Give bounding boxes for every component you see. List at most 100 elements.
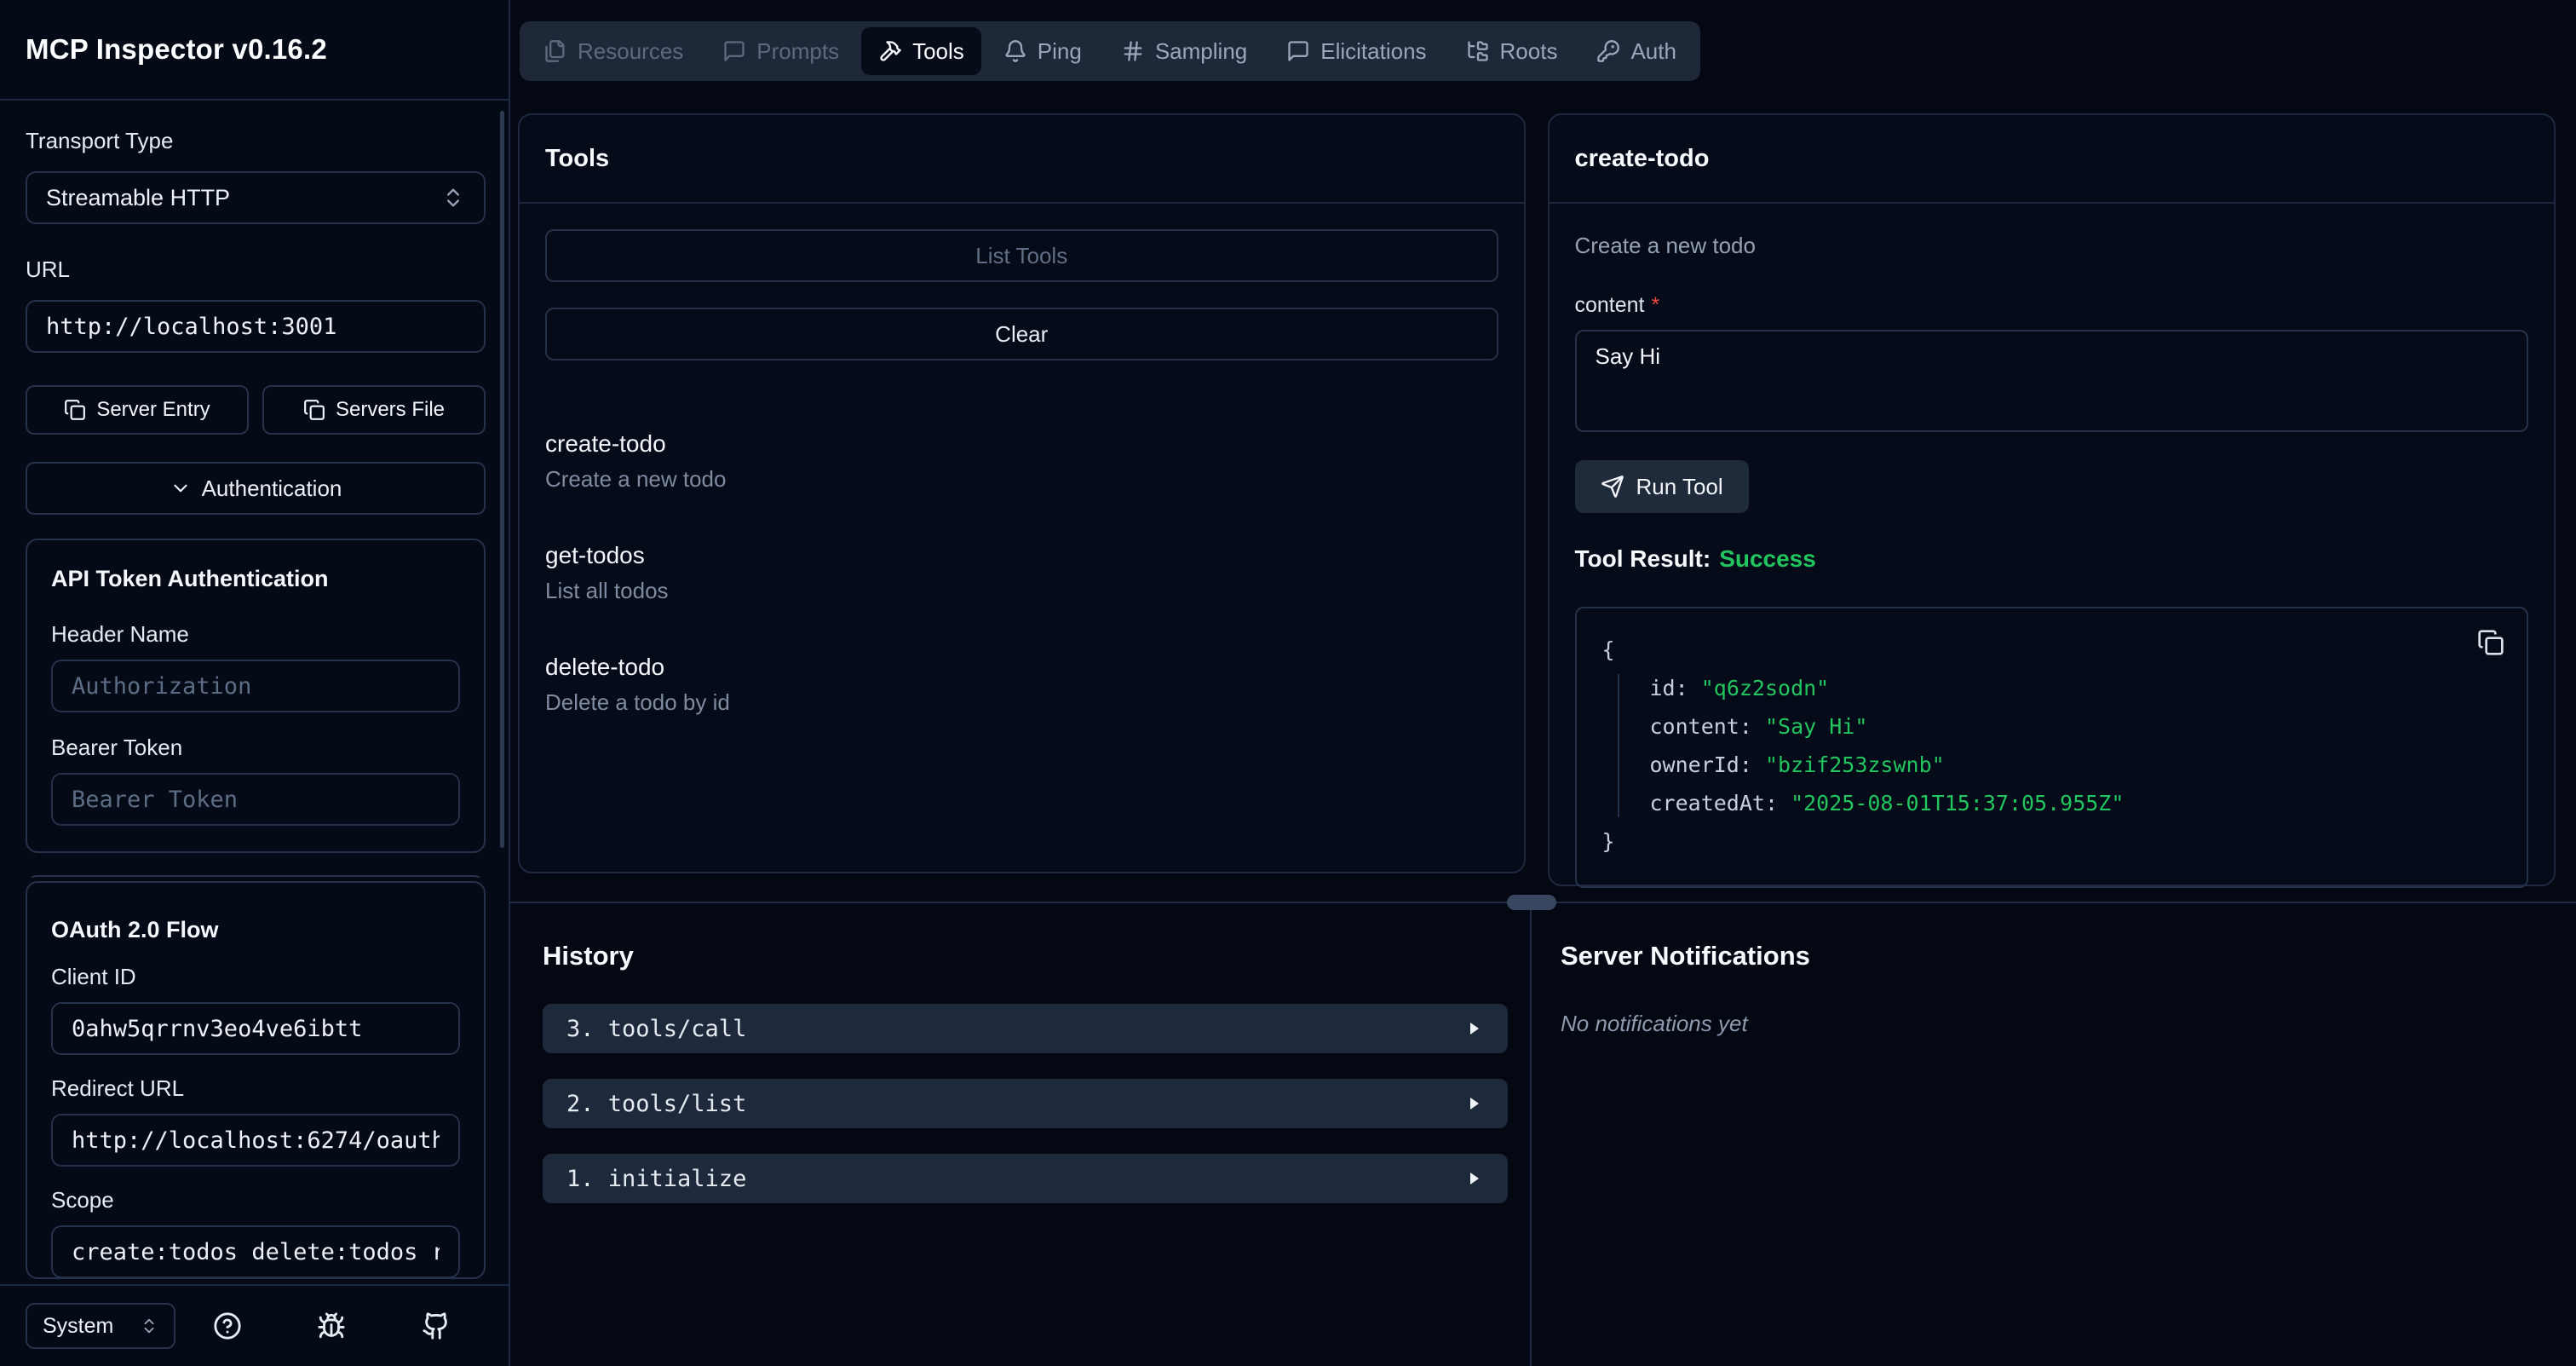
content-field-label: content* [1575,293,2529,318]
tab-roots[interactable]: Roots [1449,27,1575,75]
url-label: URL [26,256,486,283]
json-entry: ownerId: "bzif253zswnb" [1650,746,2502,784]
tool-detail-panel: create-todo Create a new todo content* S… [1548,113,2556,886]
content-field-input[interactable]: Say Hi [1575,330,2529,432]
github-button[interactable] [422,1311,451,1340]
tab-prompts-label: Prompts [756,38,839,65]
history-row[interactable]: 2. tools/list [543,1079,1508,1128]
expand-play-icon[interactable] [1463,1093,1484,1114]
bearer-token-label: Bearer Token [51,735,460,761]
files-icon [543,39,567,63]
report-bug-button[interactable] [317,1311,346,1340]
content-bottom-row: History 3. tools/call 2. tools/list 1. i… [510,903,2576,1366]
chevrons-up-down-icon [140,1317,158,1335]
tab-sampling[interactable]: Sampling [1104,27,1264,75]
next-card-peek [26,875,486,878]
tab-resources-label: Resources [578,38,683,65]
send-icon [1601,475,1624,499]
api-token-card: API Token Authentication Header Name Bea… [26,539,486,853]
key-icon [1596,39,1620,63]
transport-type-value: Streamable HTTP [46,185,230,211]
sidebar: MCP Inspector v0.16.2 Transport Type Str… [0,0,510,1366]
client-id-label: Client ID [51,964,460,990]
folder-tree-icon [1466,39,1490,63]
split-drag-handle[interactable] [1507,895,1556,910]
copy-result-button[interactable] [2477,627,2508,658]
tool-result-line: Tool Result:Success [1575,545,2529,573]
json-value: "q6z2sodn" [1701,676,1830,700]
json-entry: createdAt: "2025-08-01T15:37:05.955Z" [1650,784,2502,822]
required-mark: * [1652,293,1660,317]
hash-icon [1121,39,1145,63]
scope-input[interactable] [51,1225,460,1278]
history-row[interactable]: 3. tools/call [543,1004,1508,1053]
tools-panel-body: List Tools Clear create-todo Create a ne… [520,204,1524,791]
history-row[interactable]: 1. initialize [543,1154,1508,1203]
tool-name: create-todo [545,430,1498,458]
clear-button[interactable]: Clear [545,308,1498,360]
servers-file-button[interactable]: Servers File [262,385,486,435]
oauth-flow-title: OAuth 2.0 Flow [51,917,460,943]
server-entry-label: Server Entry [96,398,210,422]
url-input[interactable] [26,300,486,353]
history-row-label: 3. tools/call [566,1016,746,1042]
bearer-token-input[interactable] [51,773,460,826]
tab-ping[interactable]: Ping [986,27,1099,75]
expand-play-icon[interactable] [1463,1168,1484,1189]
chevrons-up-down-icon [441,186,465,210]
sidebar-scrollbar[interactable] [500,111,504,848]
tool-list-item[interactable]: get-todos List all todos [545,542,1498,604]
expand-play-icon[interactable] [1463,1018,1484,1039]
transport-type-label: Transport Type [26,128,486,154]
authentication-toggle[interactable]: Authentication [26,462,486,515]
json-value: "2025-08-01T15:37:05.955Z" [1791,791,2124,816]
sidebar-footer: System [0,1284,509,1366]
json-key: content: [1650,714,1765,739]
message-square-icon [722,39,746,63]
tool-list-item[interactable]: delete-todo Delete a todo by id [545,654,1498,716]
history-row-label: 2. tools/list [566,1091,746,1117]
json-entry: id: "q6z2sodn" [1650,669,2502,707]
help-button[interactable] [213,1311,242,1340]
tool-description: Create a new todo [545,466,1498,493]
app-header: MCP Inspector v0.16.2 [0,0,509,101]
run-tool-label: Run Tool [1636,474,1723,500]
run-tool-button[interactable]: Run Tool [1575,460,1749,513]
tab-auth[interactable]: Auth [1579,27,1693,75]
redirect-url-input[interactable] [51,1114,460,1167]
history-panel: History 3. tools/call 2. tools/list 1. i… [510,903,1532,1366]
json-entry: content: "Say Hi" [1650,707,2502,746]
client-id-input[interactable] [51,1002,460,1055]
top-tab-bar: Resources Prompts Tools Ping Sampling [520,21,1700,81]
json-value: "bzif253zswnb" [1765,752,1945,777]
transport-type-select[interactable]: Streamable HTTP [26,171,486,224]
header-name-label: Header Name [51,621,460,648]
theme-select[interactable]: System [26,1303,175,1349]
tab-auth-label: Auth [1630,38,1676,65]
tool-list-item[interactable]: create-todo Create a new todo [545,430,1498,493]
tools-panel-title: Tools [545,145,609,173]
help-circle-icon [213,1311,242,1340]
sidebar-scroll-area: Transport Type Streamable HTTP URL Serve… [0,101,509,878]
footer-icons [175,1311,488,1340]
copy-icon [303,399,325,421]
chevron-down-icon [170,477,192,499]
list-tools-button[interactable]: List Tools [545,229,1498,282]
tool-list: create-todo Create a new todo get-todos … [545,430,1498,716]
tool-detail-description: Create a new todo [1575,233,2529,259]
tab-prompts[interactable]: Prompts [705,27,856,75]
copy-icon [2477,629,2508,656]
server-notifications-title: Server Notifications [1561,941,2576,971]
bell-icon [1003,39,1027,63]
tab-tools[interactable]: Tools [861,27,981,75]
content-top-row: Tools List Tools Clear create-todo Creat… [518,113,2556,886]
json-key: ownerId: [1650,752,1765,777]
server-buttons-row: Server Entry Servers File [26,385,486,435]
header-name-input[interactable] [51,660,460,712]
copy-icon [64,399,86,421]
tab-elicitations[interactable]: Elicitations [1269,27,1443,75]
hammer-icon [878,39,902,63]
tools-panel-header: Tools [520,115,1524,204]
server-entry-button[interactable]: Server Entry [26,385,249,435]
tab-resources[interactable]: Resources [526,27,700,75]
